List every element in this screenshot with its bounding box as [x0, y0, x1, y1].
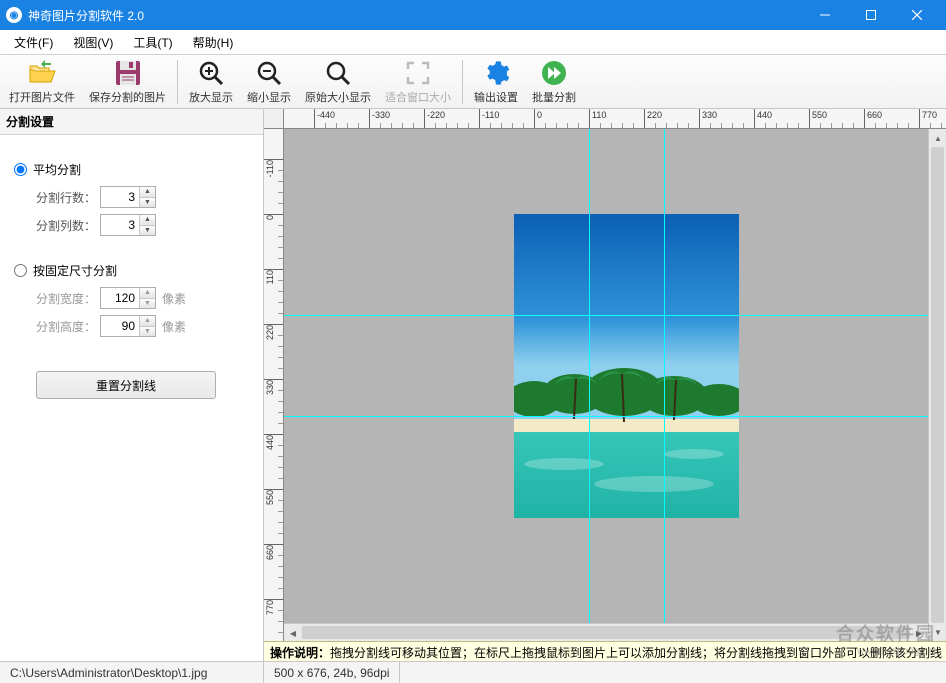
toolbar-separator: [462, 60, 463, 104]
vertical-scrollbar[interactable]: ▲ ▼: [928, 129, 946, 641]
scroll-h-thumb[interactable]: [302, 626, 910, 639]
output-settings-button[interactable]: 输出设置: [467, 56, 525, 108]
window-title: 神奇图片分割软件 2.0: [28, 7, 802, 24]
menu-view[interactable]: 视图(V): [63, 31, 123, 54]
scroll-v-thumb[interactable]: [931, 147, 944, 623]
batch-split-button[interactable]: 批量分割: [525, 56, 583, 108]
cols-down[interactable]: ▼: [140, 226, 155, 236]
zoom-actual-icon: [325, 59, 351, 88]
hint-bar: 操作说明：拖拽分割线可移动其位置；在标尺上拖拽鼠标到图片上可以添加分割线；将分割…: [264, 641, 946, 661]
zoom-out-button[interactable]: 缩小显示: [240, 56, 298, 108]
cols-spinner[interactable]: ▲▼: [100, 214, 156, 236]
cols-field: 分割列数： ▲▼: [36, 214, 245, 236]
radio-average-input[interactable]: [14, 163, 27, 176]
preview-image: [514, 214, 739, 518]
split-line-v1[interactable]: [589, 129, 590, 623]
save-split-button[interactable]: 保存分割的图片: [82, 56, 173, 108]
maximize-button[interactable]: [848, 0, 894, 30]
hint-text: 拖拽分割线可移动其位置；在标尺上拖拽鼠标到图片上可以添加分割线；将分割线拖拽到窗…: [330, 646, 942, 660]
zoom-out-icon: [256, 59, 282, 88]
gear-icon: [482, 59, 510, 88]
status-path: C:\Users\Administrator\Desktop\1.jpg: [0, 662, 264, 683]
open-file-button[interactable]: 打开图片文件: [2, 56, 82, 108]
cols-value[interactable]: [101, 215, 139, 235]
height-field: 分割高度： ▲▼ 像素: [36, 315, 245, 337]
status-info: 500 x 676, 24b, 96dpi: [264, 662, 400, 683]
rows-up[interactable]: ▲: [140, 187, 155, 198]
preview-image-wrap: [514, 214, 739, 518]
radio-fixed-size[interactable]: 按固定尺寸分割: [14, 262, 245, 279]
main-area: 分割设置 平均分割 分割行数： ▲▼ 分割列数： ▲▼: [0, 109, 946, 661]
scroll-down-icon[interactable]: ▼: [929, 623, 946, 641]
save-icon: [115, 59, 141, 88]
split-line-v2[interactable]: [664, 129, 665, 623]
menu-file[interactable]: 文件(F): [4, 31, 63, 54]
minimize-button[interactable]: [802, 0, 848, 30]
radio-average-label: 平均分割: [33, 161, 81, 178]
sidebar: 分割设置 平均分割 分割行数： ▲▼ 分割列数： ▲▼: [0, 109, 264, 661]
height-value[interactable]: [101, 316, 139, 336]
rows-value[interactable]: [101, 187, 139, 207]
height-spinner[interactable]: ▲▼: [100, 315, 156, 337]
zoom-in-button[interactable]: 放大显示: [182, 56, 240, 108]
status-bar: C:\Users\Administrator\Desktop\1.jpg 500…: [0, 661, 946, 683]
menu-tool[interactable]: 工具(T): [123, 31, 182, 54]
toolbar-separator: [177, 60, 178, 104]
zoom-in-icon: [198, 59, 224, 88]
scroll-up-icon[interactable]: ▲: [929, 129, 946, 147]
height-up[interactable]: ▲: [140, 316, 155, 327]
width-down[interactable]: ▼: [140, 299, 155, 309]
hint-label: 操作说明：: [270, 646, 330, 660]
title-bar: ◉ 神奇图片分割软件 2.0: [0, 0, 946, 30]
radio-fixed-input[interactable]: [14, 264, 27, 277]
toolbar: 打开图片文件 保存分割的图片 放大显示 缩小显示 原始大小显示 适合窗口大小 输…: [0, 55, 946, 109]
fit-window-icon: [405, 59, 431, 88]
horizontal-scrollbar[interactable]: ◀ ▶: [284, 623, 928, 641]
height-down[interactable]: ▼: [140, 327, 155, 337]
batch-icon: [540, 59, 568, 88]
menu-help[interactable]: 帮助(H): [183, 31, 244, 54]
radio-fixed-label: 按固定尺寸分割: [33, 262, 117, 279]
reset-lines-button[interactable]: 重置分割线: [36, 371, 216, 399]
folder-open-icon: [27, 59, 57, 88]
rows-spinner[interactable]: ▲▼: [100, 186, 156, 208]
viewport[interactable]: [284, 129, 928, 623]
width-up[interactable]: ▲: [140, 288, 155, 299]
split-line-h1[interactable]: [284, 315, 928, 316]
app-icon: ◉: [6, 7, 22, 23]
width-spinner[interactable]: ▲▼: [100, 287, 156, 309]
actual-size-button[interactable]: 原始大小显示: [298, 56, 378, 108]
rows-field: 分割行数： ▲▼: [36, 186, 245, 208]
cols-up[interactable]: ▲: [140, 215, 155, 226]
canvas-area: -440-330-220-110011022033044055066077088…: [264, 109, 946, 661]
menu-bar: 文件(F) 视图(V) 工具(T) 帮助(H): [0, 30, 946, 55]
radio-average-split[interactable]: 平均分割: [14, 161, 245, 178]
split-line-h2[interactable]: [284, 416, 928, 417]
scroll-right-icon[interactable]: ▶: [910, 624, 928, 642]
sidebar-header: 分割设置: [0, 109, 263, 135]
ruler-vertical[interactable]: -1100110220330440550660770: [264, 129, 284, 641]
width-field: 分割宽度： ▲▼ 像素: [36, 287, 245, 309]
scroll-left-icon[interactable]: ◀: [284, 624, 302, 642]
rows-down[interactable]: ▼: [140, 198, 155, 208]
close-button[interactable]: [894, 0, 940, 30]
fit-window-button[interactable]: 适合窗口大小: [378, 56, 458, 108]
width-value[interactable]: [101, 288, 139, 308]
ruler-horizontal[interactable]: -440-330-220-110011022033044055066077088…: [284, 109, 946, 129]
ruler-corner: [264, 109, 284, 129]
